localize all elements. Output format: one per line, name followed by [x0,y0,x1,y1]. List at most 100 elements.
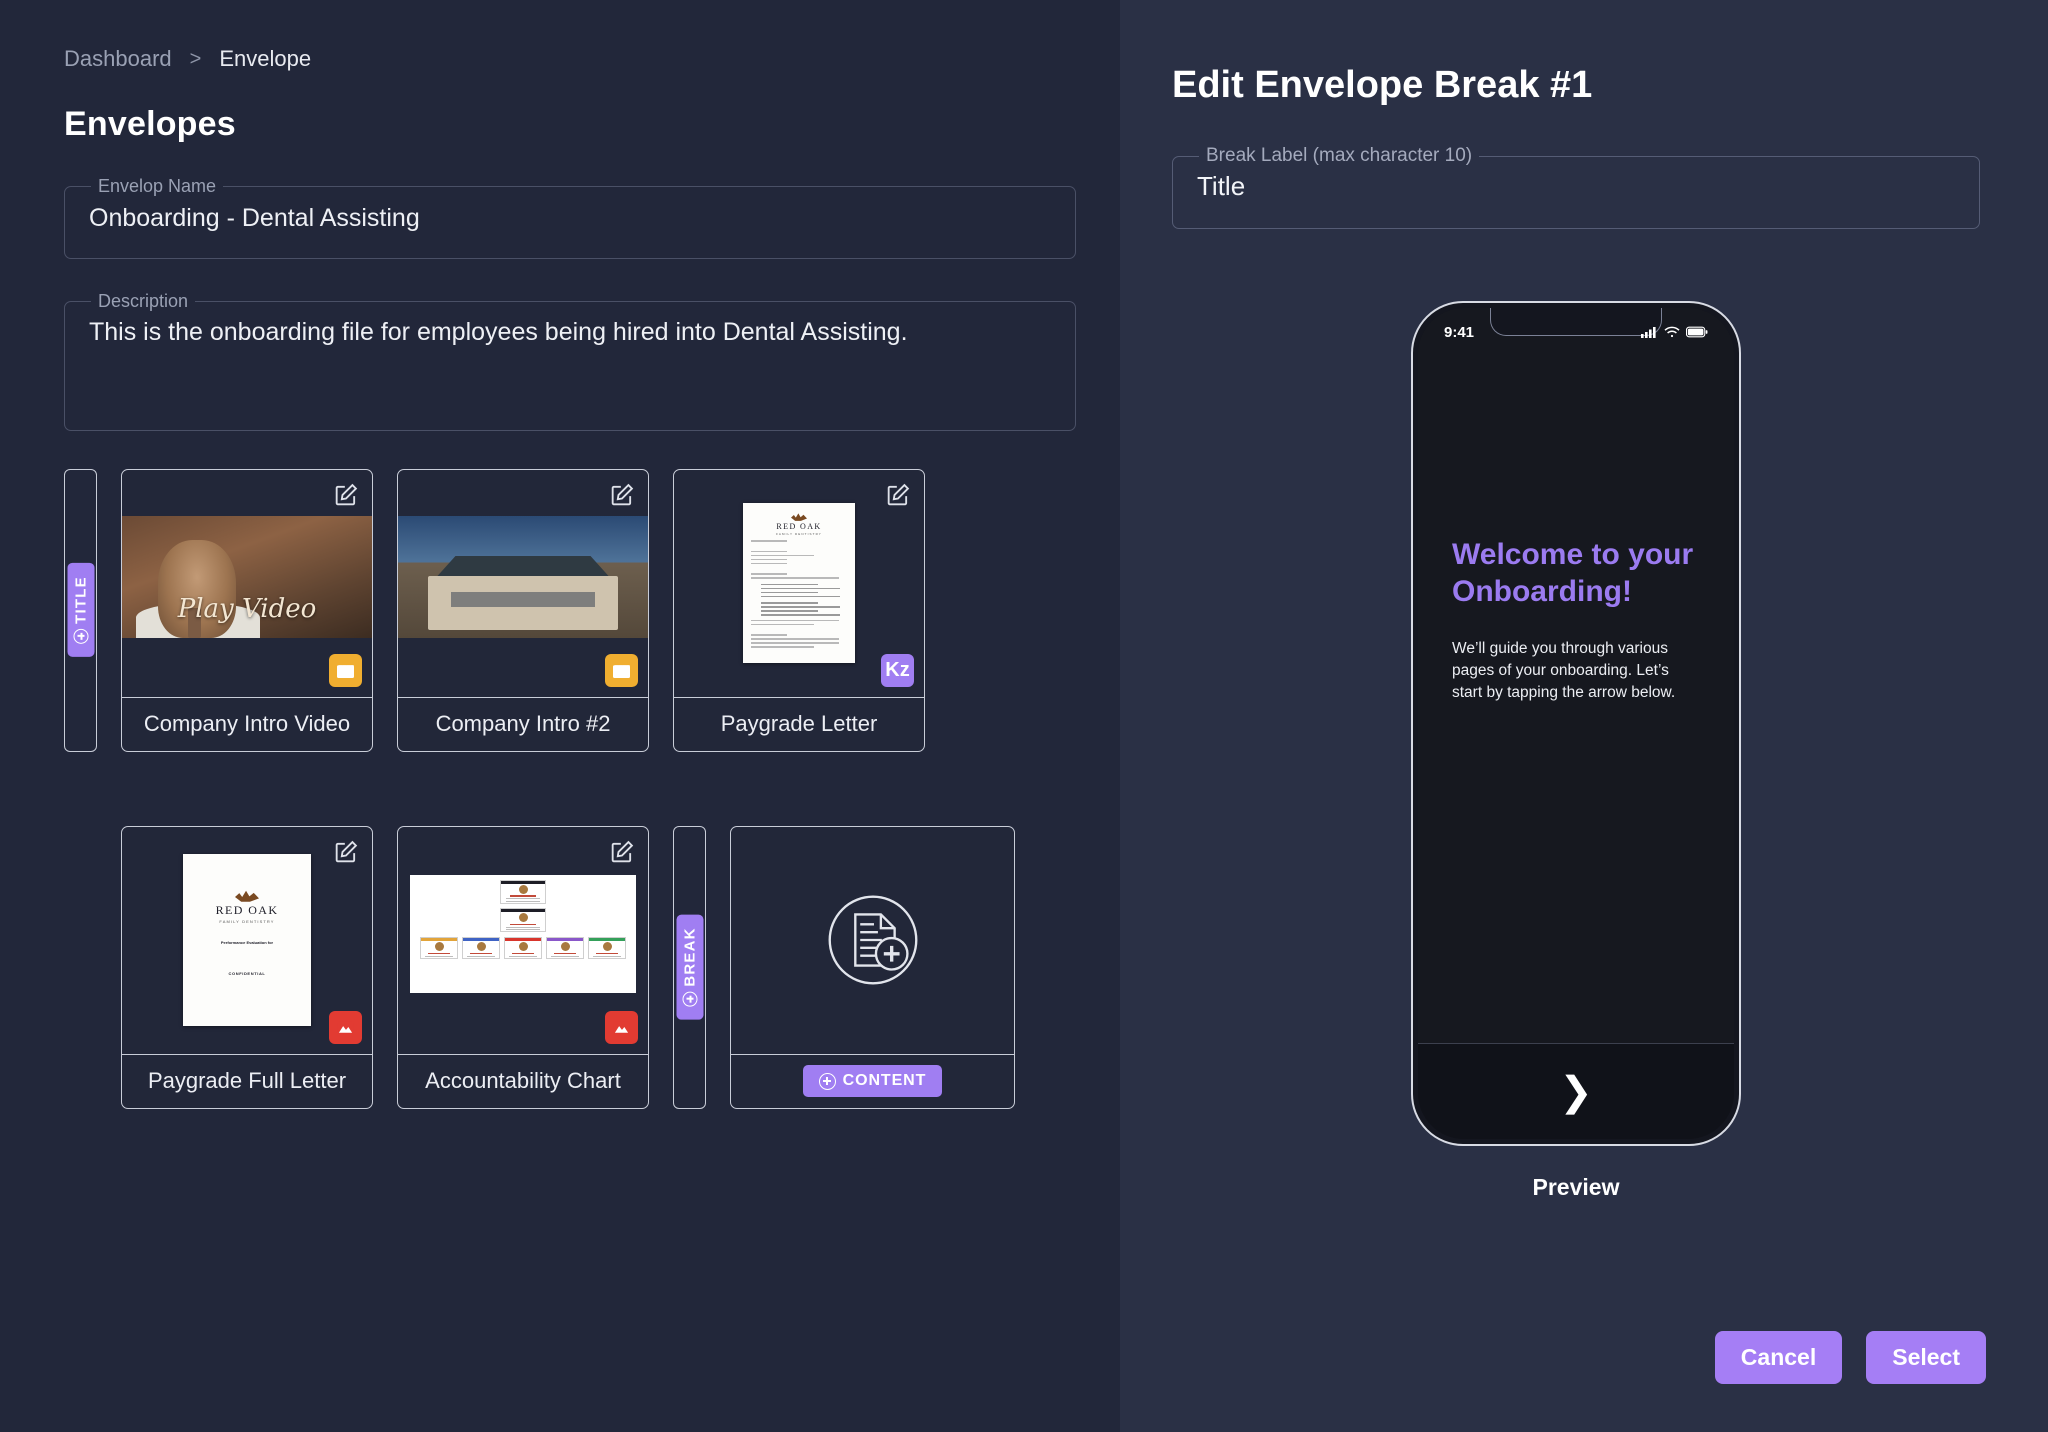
card-thumbnail: RED OAK FAMILY DENTISTRY Performance Eva… [122,827,372,1054]
description-fieldset: Description This is the onboarding file … [64,290,1076,431]
breadcrumb: Dashboard > Envelope [64,46,1120,72]
description-field[interactable]: Description This is the onboarding file … [64,290,1076,431]
page-title: Envelopes [64,105,236,143]
plus-circle-icon [682,991,697,1007]
letterhead-brand-sub: FAMILY DENTISTRY [219,919,275,925]
next-chevron-icon[interactable]: ❯ [1559,1072,1593,1112]
plus-circle-icon [818,1072,836,1090]
confidential-mark: CONFIDENTIAL [228,971,266,977]
content-card-grid: TITLE Play Video Company Intro Video Com… [64,468,1120,1109]
card-title: Company Intro Video [122,696,372,751]
card-thumbnail: RED OAK FAMILY DENTISTRY Kz [674,470,924,697]
breadcrumb-envelope[interactable]: Envelope [219,46,311,72]
action-bar: Cancel Select [1714,1331,1986,1384]
letter-thumbnail: RED OAK FAMILY DENTISTRY [674,488,924,679]
title-rail-label: TITLE [72,576,89,625]
oak-leaf-logo-icon [235,890,259,902]
letterhead-brand-sub: FAMILY DENTISTRY [776,532,822,537]
play-video-overlay-text: Play Video [177,593,317,624]
card-add-content[interactable]: CONTENT [730,825,1015,1109]
panel-title: Edit Envelope Break #1 [1172,64,1593,106]
card-title: Paygrade Full Letter [122,1053,372,1108]
add-content-button[interactable]: CONTENT [802,1065,943,1098]
select-button[interactable]: Select [1866,1331,1986,1384]
envelope-name-fieldset: Envelop Name Onboarding - Dental Assisti… [64,176,1076,259]
battery-icon [1686,326,1708,338]
break-label-legend: Break Label (max character 10) [1206,145,1473,166]
phone-status-bar: 9:41 [1418,308,1734,348]
card-row-2: RED OAK FAMILY DENTISTRY Performance Eva… [64,825,1120,1109]
phone-screen: 9:41 Welcome to your Onboarding! We’ll g… [1418,308,1734,1139]
cancel-button[interactable]: Cancel [1714,1331,1843,1384]
break-rail-badge[interactable]: BREAK [676,914,703,1020]
add-content-label: CONTENT [842,1072,927,1090]
card-thumbnail: Play Video [122,470,372,697]
card-company-intro-video[interactable]: Play Video Company Intro Video [121,468,373,752]
image-mountain-icon [337,1021,354,1033]
break-label-input[interactable]: Title [1191,167,1961,228]
break-rail[interactable]: BREAK [673,825,706,1109]
breadcrumb-dashboard[interactable]: Dashboard [64,46,172,72]
wifi-icon [1664,326,1680,338]
card-thumbnail [398,827,648,1054]
building-thumbnail [398,515,648,638]
envelope-editor-app: Dashboard > Envelope Envelopes Envelop N… [0,0,2048,1432]
edit-break-panel: Edit Envelope Break #1 Break Label (max … [1120,0,2048,1432]
card-row-1: TITLE Play Video Company Intro Video Com… [64,468,1120,752]
image-mountain-icon [613,1021,630,1033]
add-content-body[interactable] [731,827,1014,1054]
card-company-intro-2[interactable]: Company Intro #2 [397,468,649,752]
cover-line: Performance Evaluation for [220,940,274,946]
break-label-field[interactable]: Break Label (max character 10) Title [1172,145,1980,229]
breadcrumb-separator-icon: > [189,47,202,70]
status-time: 9:41 [1444,323,1475,341]
description-input[interactable]: This is the onboarding file for employee… [83,312,1057,372]
card-accountability-chart[interactable]: Accountability Chart [397,825,649,1109]
status-icon-group [1641,326,1708,338]
envelope-left-panel: Dashboard > Envelope Envelopes Envelop N… [0,0,1120,1432]
break-label-fieldset: Break Label (max character 10) Title [1172,145,1980,229]
edit-pencil-icon[interactable] [608,838,636,866]
image-type-badge [329,1010,362,1044]
org-chart-thumbnail [410,874,636,993]
card-title: Accountability Chart [398,1053,648,1108]
cover-page: RED OAK FAMILY DENTISTRY Performance Eva… [183,854,311,1027]
phone-content: Welcome to your Onboarding! We’ll guide … [1418,348,1734,1043]
description-label: Description [98,290,189,311]
signal-bars-icon [1641,327,1656,338]
phone-preview: 9:41 Welcome to your Onboarding! We’ll g… [1411,301,1741,1201]
card-paygrade-letter[interactable]: RED OAK FAMILY DENTISTRY Kz Paygrade Let… [673,468,925,752]
break-rail-label: BREAK [681,927,698,987]
card-thumbnail [398,470,648,697]
edit-pencil-icon[interactable] [608,481,636,509]
phone-body-text: We’ll guide you through various pages of… [1452,640,1676,702]
phone-footer-nav[interactable]: ❯ [1418,1043,1734,1139]
kz-type-badge: Kz [881,653,914,687]
cover-letter-thumbnail: RED OAK FAMILY DENTISTRY Performance Eva… [122,845,372,1036]
edit-pencil-icon[interactable] [332,481,360,509]
phone-heading: Welcome to your Onboarding! [1452,537,1694,608]
add-content-footer: CONTENT [731,1053,1014,1108]
title-rail-badge[interactable]: TITLE [67,563,94,658]
film-clapper-icon [613,665,630,678]
video-type-badge [605,653,638,687]
preview-label: Preview [1532,1174,1620,1200]
letterhead-brand: RED OAK [776,522,822,532]
letter-page: RED OAK FAMILY DENTISTRY [743,503,855,664]
card-paygrade-full-letter[interactable]: RED OAK FAMILY DENTISTRY Performance Eva… [121,825,373,1109]
oak-leaf-logo-icon [791,513,807,521]
envelope-name-input[interactable]: Onboarding - Dental Assisting [83,197,1057,258]
card-title: Paygrade Letter [674,696,924,751]
envelope-name-field[interactable]: Envelop Name Onboarding - Dental Assisti… [64,176,1076,259]
letterhead-brand: RED OAK [215,903,279,918]
phone-spacer [1452,704,1700,854]
card-title: Company Intro #2 [398,696,648,751]
plus-circle-icon [73,629,88,645]
envelope-name-label: Envelop Name [98,176,217,196]
title-rail[interactable]: TITLE [64,468,97,752]
film-clapper-icon [337,665,354,678]
edit-pencil-icon[interactable] [884,481,912,509]
edit-pencil-icon[interactable] [332,838,360,866]
video-type-badge [329,653,362,687]
image-type-badge [605,1010,638,1044]
